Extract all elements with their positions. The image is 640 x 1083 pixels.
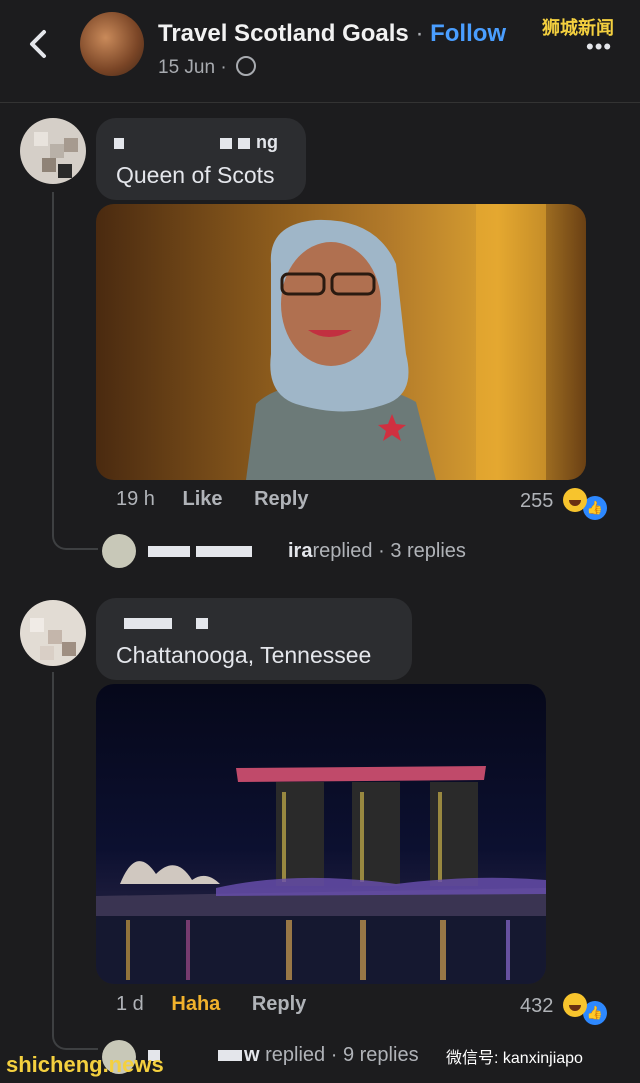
comment-time[interactable]: 19 h [116, 488, 155, 510]
haha-emoji-icon [562, 488, 587, 512]
title-separator: · [415, 20, 424, 47]
replier-name-redacted [218, 1050, 242, 1061]
follow-button[interactable]: Follow [430, 20, 506, 47]
reaction-summary[interactable]: 255 👍 [520, 488, 607, 520]
comment-actions: 19 h Like Reply [116, 488, 335, 511]
reply-separator: · [330, 1044, 338, 1066]
page-avatar[interactable] [80, 12, 144, 76]
comment-actions: 1 d Haha Reply [116, 993, 332, 1016]
author-name-redacted [220, 138, 232, 149]
reaction-summary[interactable]: 432 👍 [520, 993, 607, 1025]
chevron-left-icon [30, 30, 46, 58]
author-name-redacted [196, 618, 208, 629]
page-title-row: Travel Scotland Goals · Follow [158, 20, 506, 48]
commenter-avatar[interactable] [20, 600, 86, 666]
thread-line [52, 672, 98, 1050]
replier-avatar [102, 534, 136, 568]
reaction-count: 432 [520, 995, 554, 1017]
comment-text: Queen of Scots [116, 162, 275, 188]
reply-count: 3 replies [390, 540, 466, 562]
meta-separator: · [220, 57, 227, 78]
comment-bubble[interactable]: Chattanooga, Tennessee [96, 598, 412, 680]
reply-summary-text: w replied · 9 replies [244, 1044, 419, 1067]
reply-count: 9 replies [342, 1044, 419, 1066]
comment-time[interactable]: 1 d [116, 993, 144, 1015]
back-button[interactable] [24, 24, 54, 64]
comment-author[interactable]: ng [256, 132, 278, 153]
comment-text: Chattanooga, Tennessee [116, 642, 372, 668]
replier-name-redacted [148, 546, 190, 557]
commenter-avatar[interactable] [20, 118, 86, 184]
like-button[interactable]: Like [183, 488, 223, 510]
skyline-image [96, 766, 546, 984]
comment-photo[interactable] [96, 684, 546, 984]
watermark-bottom-right: 微信号: kanxinjiapo [446, 1050, 583, 1067]
author-name-redacted [238, 138, 250, 149]
thread-line [52, 192, 98, 550]
more-options-button[interactable]: ••• [586, 34, 612, 60]
globe-icon [235, 56, 256, 76]
reply-separator: · [378, 540, 385, 562]
reaction-count: 255 [520, 490, 554, 512]
haha-emoji-icon [562, 993, 587, 1017]
replier-name-redacted [196, 546, 252, 557]
haha-button[interactable]: Haha [171, 993, 220, 1015]
replier-name: ira [288, 540, 313, 562]
replier-name: w [244, 1044, 260, 1066]
post-date[interactable]: 15 Jun [158, 57, 215, 78]
reply-button[interactable]: Reply [254, 488, 308, 510]
post-header: Travel Scotland Goals · Follow 15 Jun · … [0, 0, 640, 103]
page-name[interactable]: Travel Scotland Goals [158, 20, 409, 47]
post-meta: 15 Jun · [158, 56, 256, 79]
replied-label: replied [312, 540, 373, 562]
portrait-image [246, 204, 546, 480]
replied-label: replied [265, 1044, 326, 1066]
comment-photo[interactable] [96, 204, 586, 480]
comment-bubble[interactable]: ng Queen of Scots [96, 118, 306, 200]
author-name-redacted [124, 618, 172, 629]
watermark-bottom-left: shicheng.news [6, 1052, 164, 1077]
reply-summary-text: irareplied · 3 replies [288, 540, 466, 563]
reply-button[interactable]: Reply [252, 993, 306, 1015]
author-name-redacted [114, 138, 124, 149]
